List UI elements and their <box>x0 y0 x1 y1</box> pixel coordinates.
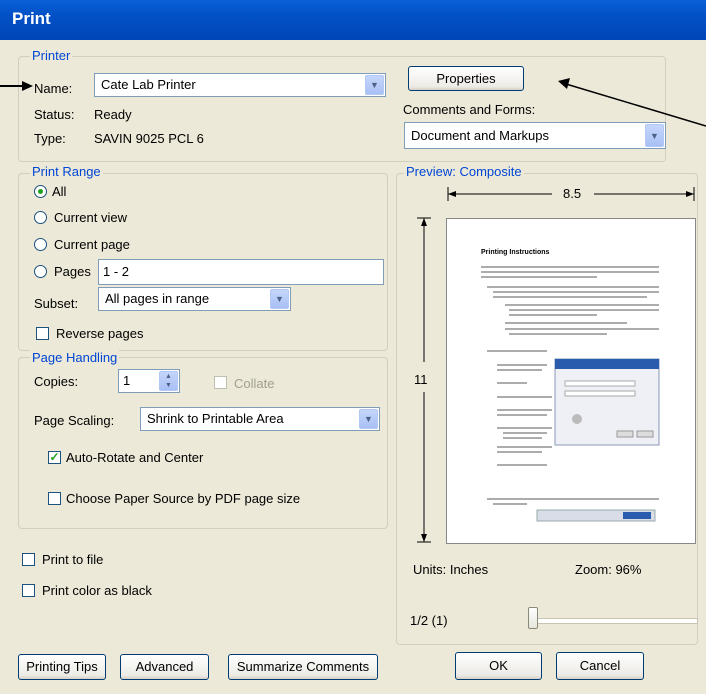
radio-current-view-label[interactable]: Current view <box>54 210 127 225</box>
pages-input[interactable]: 1 - 2 <box>98 259 384 285</box>
summarize-comments-button[interactable]: Summarize Comments <box>228 654 378 680</box>
preview-page: Printing Instructions <box>446 218 696 544</box>
pages-input-value: 1 - 2 <box>103 264 130 279</box>
window-title: Print <box>12 9 51 28</box>
page-slider-track[interactable] <box>528 618 698 624</box>
subset-value: All pages in range <box>105 291 210 306</box>
radio-all-label[interactable]: All <box>52 184 66 199</box>
reverse-pages-label[interactable]: Reverse pages <box>56 326 143 341</box>
comments-forms-label: Comments and Forms: <box>403 102 536 117</box>
subset-select[interactable]: All pages in range ▼ <box>98 287 291 311</box>
radio-current-page[interactable] <box>34 238 47 251</box>
print-to-file-checkbox[interactable] <box>22 553 35 566</box>
type-label: Type: <box>34 131 66 146</box>
reverse-pages-checkbox[interactable] <box>36 327 49 340</box>
radio-current-view[interactable] <box>34 211 47 224</box>
title-bar: Print <box>0 0 706 40</box>
paper-source-label[interactable]: Choose Paper Source by PDF page size <box>66 491 300 506</box>
status-label: Status: <box>34 107 75 122</box>
collate-checkbox[interactable] <box>214 376 227 389</box>
comments-forms-value: Document and Markups <box>411 128 550 143</box>
annotation-arrow-properties <box>558 78 706 127</box>
print-color-black-checkbox[interactable] <box>22 584 35 597</box>
auto-rotate-label[interactable]: Auto-Rotate and Center <box>66 450 203 465</box>
chevron-down-icon[interactable]: ▼ <box>359 409 378 429</box>
cancel-button[interactable]: Cancel <box>556 652 644 680</box>
page-scaling-label: Page Scaling: <box>34 413 115 428</box>
name-label: Name: <box>34 81 73 96</box>
chevron-down-icon[interactable]: ▼ <box>365 75 384 95</box>
preview-height: 11 <box>414 372 428 387</box>
print-color-black-label[interactable]: Print color as black <box>42 583 152 598</box>
status-value: Ready <box>94 107 132 122</box>
printer-group-title: Printer <box>30 48 73 63</box>
page-handling-title: Page Handling <box>30 350 120 365</box>
page-slider-thumb[interactable] <box>528 607 538 629</box>
properties-button[interactable]: Properties <box>408 66 524 91</box>
copies-value: 1 <box>123 373 131 388</box>
printing-tips-button[interactable]: Printing Tips <box>18 654 106 680</box>
copies-stepper[interactable]: 1 ▲ ▼ <box>118 369 180 393</box>
print-dialog: Printer Name: Cate Lab Printer ▼ Status:… <box>0 40 706 694</box>
print-range-title: Print Range <box>30 164 103 179</box>
type-value: SAVIN 9025 PCL 6 <box>94 131 204 146</box>
printer-name-value: Cate Lab Printer <box>101 77 196 92</box>
ok-button[interactable]: OK <box>455 652 542 680</box>
spinner-icon[interactable]: ▲ ▼ <box>159 371 178 391</box>
radio-current-page-label[interactable]: Current page <box>54 237 130 252</box>
copies-label: Copies: <box>34 374 79 389</box>
advanced-button[interactable]: Advanced <box>120 654 209 680</box>
chevron-down-icon[interactable]: ▼ <box>270 289 289 309</box>
preview-document-lines <box>481 266 660 522</box>
preview-width: 8.5 <box>563 186 582 201</box>
units-label: Units: Inches <box>413 562 489 577</box>
radio-pages-label[interactable]: Pages <box>54 264 91 279</box>
print-to-file-label[interactable]: Print to file <box>42 552 103 567</box>
radio-pages[interactable] <box>34 265 47 278</box>
annotation-arrow-name <box>0 81 33 91</box>
auto-rotate-checkbox[interactable]: ✓ <box>48 451 61 464</box>
preview-title: Preview: Composite <box>404 164 524 179</box>
printer-name-select[interactable]: Cate Lab Printer ▼ <box>94 73 386 97</box>
page-scaling-value: Shrink to Printable Area <box>147 411 284 426</box>
page-scaling-select[interactable]: Shrink to Printable Area ▼ <box>140 407 380 431</box>
page-indicator: 1/2 (1) <box>410 613 448 628</box>
collate-label[interactable]: Collate <box>234 376 274 391</box>
paper-source-checkbox[interactable] <box>48 492 61 505</box>
zoom-label: Zoom: 96% <box>575 562 642 577</box>
subset-label: Subset: <box>34 296 79 311</box>
radio-all[interactable] <box>34 185 47 198</box>
